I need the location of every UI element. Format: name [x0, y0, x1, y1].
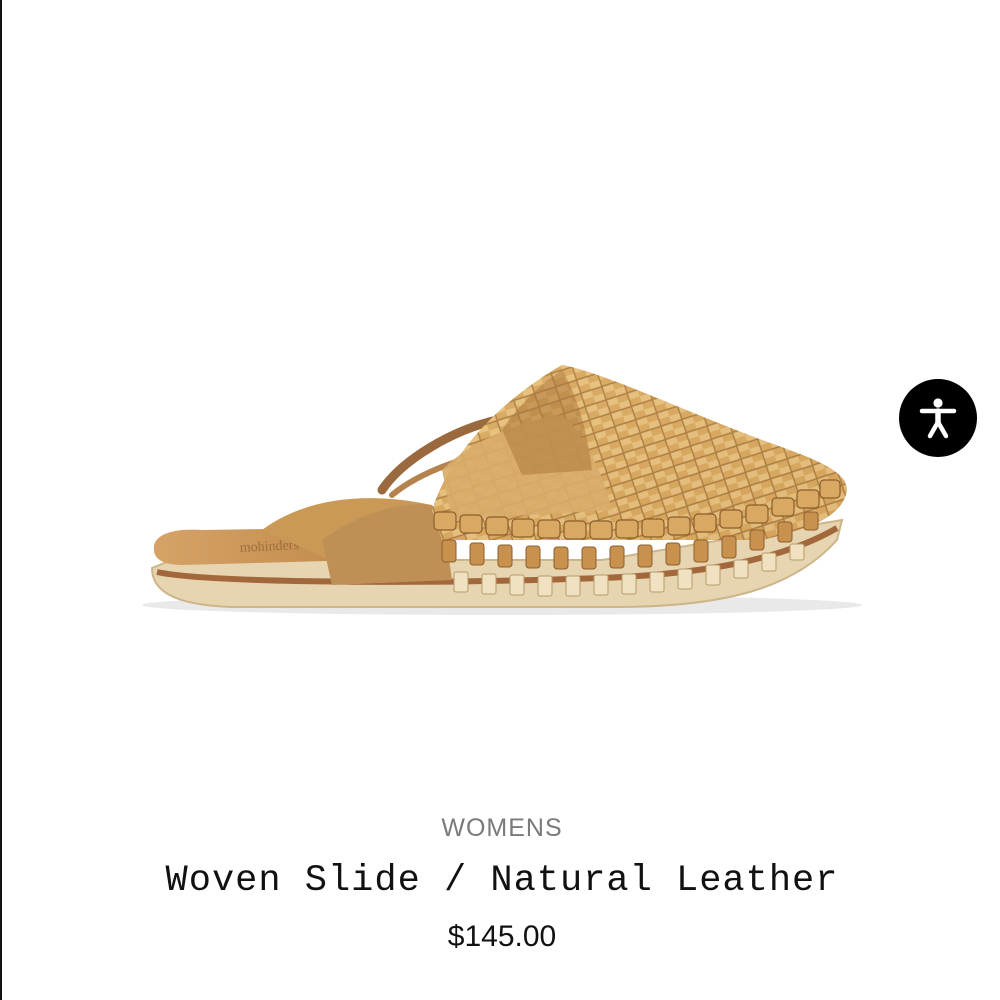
product-price: $145.00	[447, 920, 557, 953]
product-category[interactable]: WOMENS	[2, 800, 1000, 856]
accessibility-button[interactable]	[899, 379, 977, 457]
product-image[interactable]: mohinders	[2, 0, 1000, 780]
product-page: mohinders WOMENS Woven Slide / Natural L…	[0, 0, 1000, 1000]
accessibility-person-icon	[919, 398, 957, 439]
product-info: WOMENS Woven Slide / Natural Leather $14…	[2, 800, 1000, 962]
product-name[interactable]: Woven Slide / Natural Leather	[2, 856, 1000, 906]
woven-slide-shoe-image: mohinders	[142, 365, 862, 615]
